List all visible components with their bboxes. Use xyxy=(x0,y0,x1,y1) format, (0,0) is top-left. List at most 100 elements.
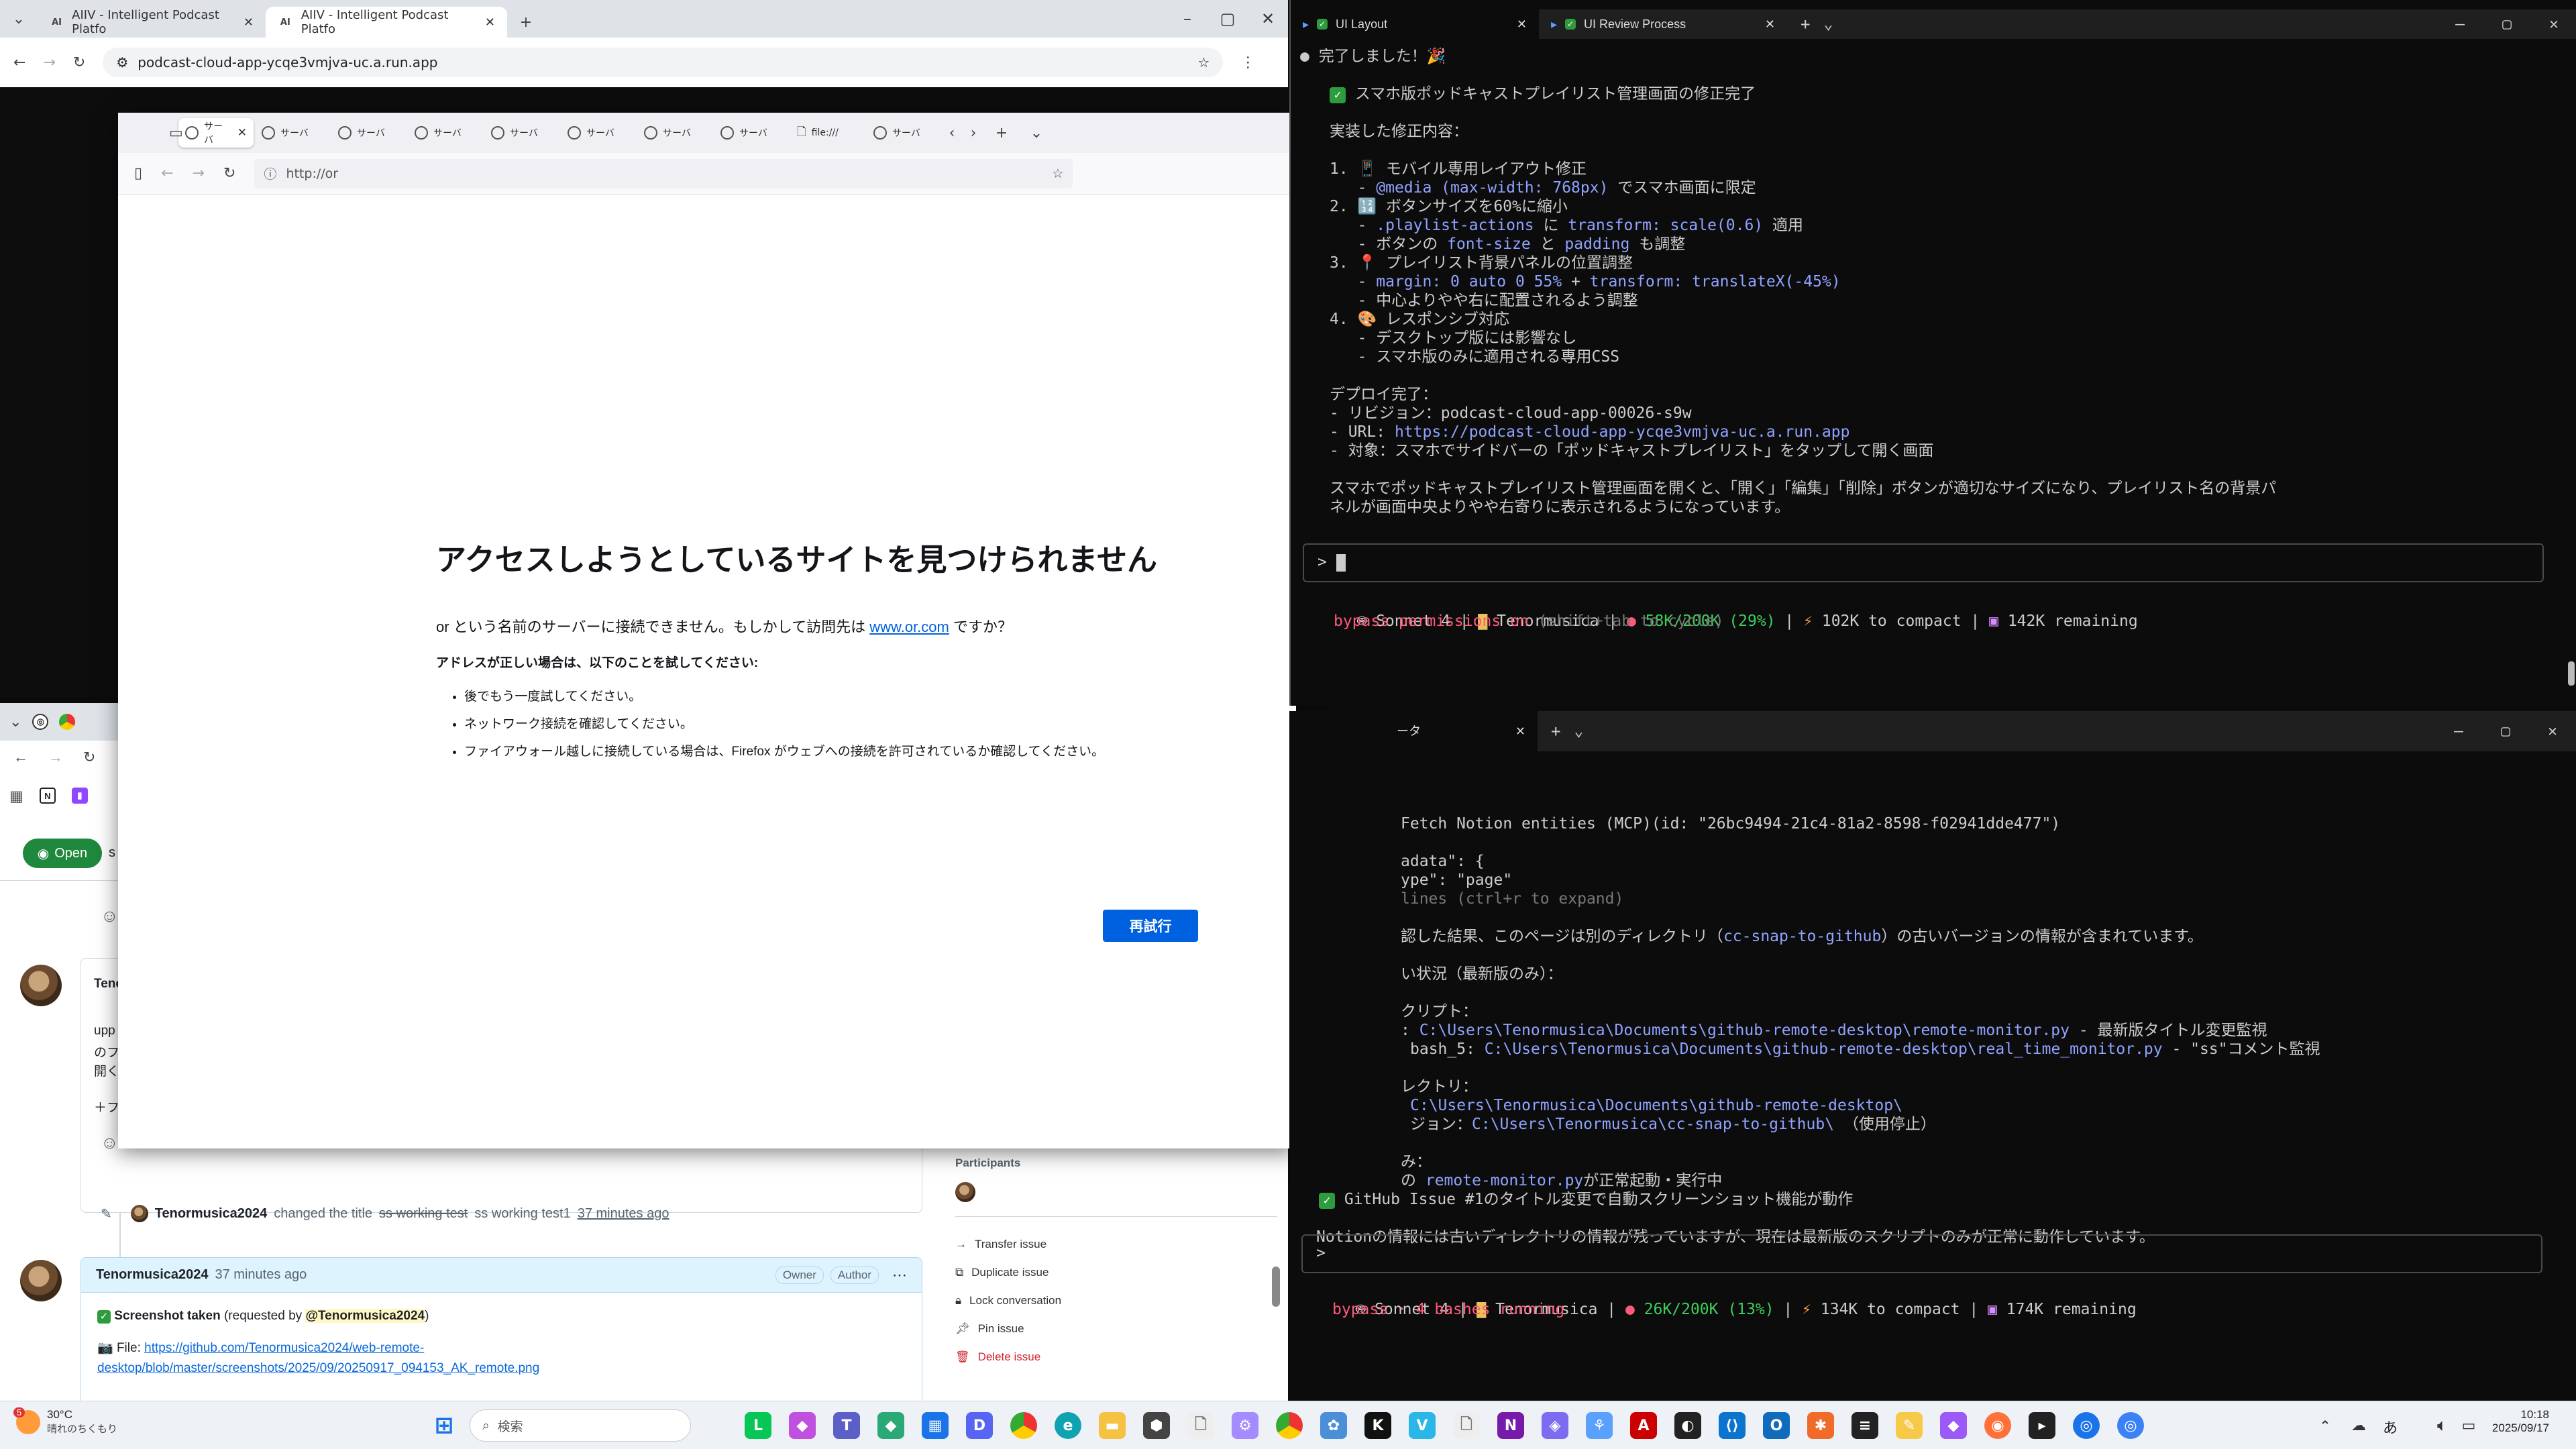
terminal-icon[interactable]: ▸ xyxy=(2029,1412,2055,1439)
copilot-icon[interactable]: ◆ xyxy=(789,1412,816,1439)
apps-grid-icon[interactable]: ▦ xyxy=(9,788,23,805)
close-icon[interactable]: ✕ xyxy=(485,15,495,30)
url-link[interactable]: https://podcast-cloud-app-ycqe3vmjva-uc.… xyxy=(1395,423,1850,441)
pin-issue-link[interactable]: 📌︎ Pin issue xyxy=(955,1315,1277,1343)
sidebar-icon[interactable]: ▯ xyxy=(134,165,142,182)
close-icon[interactable]: ✕ xyxy=(1517,15,1527,34)
terminal-tab-ui-review[interactable]: ▸ ✓ UI Review Process ✕ xyxy=(1539,9,1787,39)
more-tabs-left-icon[interactable]: ‹ xyxy=(942,125,962,142)
minimize-icon[interactable]: – xyxy=(2436,15,2483,34)
close-window-icon[interactable]: ✕ xyxy=(2530,15,2576,34)
reload-icon[interactable]: ↻ xyxy=(223,165,235,182)
tab-search-icon[interactable]: ⌄ xyxy=(0,0,38,38)
new-tab-icon[interactable]: + xyxy=(985,125,1018,142)
ff-tab[interactable]: サーバ xyxy=(408,118,483,148)
ff-tab-file[interactable]: 🗋 file:/// xyxy=(790,118,865,148)
firefox-view-icon[interactable]: ▭ xyxy=(169,125,183,142)
ff-tab[interactable]: サーバ xyxy=(867,118,941,148)
forward-icon[interactable]: → xyxy=(43,54,55,71)
close-icon[interactable]: ✕ xyxy=(1765,15,1775,34)
avatar[interactable] xyxy=(130,1205,148,1222)
back-icon[interactable]: ← xyxy=(13,749,28,766)
event-time[interactable]: 37 minutes ago xyxy=(578,1206,669,1222)
gh-scrollbar[interactable] xyxy=(1272,1267,1280,1307)
tab-search-icon[interactable]: ⌄ xyxy=(9,713,21,731)
battery-icon[interactable]: ▭ xyxy=(2455,1412,2482,1439)
ff-urlbar[interactable]: ⓘ http://or ☆ xyxy=(254,158,1073,189)
start-icon[interactable]: ⊞ xyxy=(431,1412,458,1439)
menu-icon[interactable]: ⋮ xyxy=(1240,54,1255,71)
lock-conversation-link[interactable]: 🔒︎ Lock conversation xyxy=(955,1287,1277,1315)
transfer-issue-link[interactable]: → Transfer issue xyxy=(955,1230,1277,1258)
app-icon[interactable]: ⚙ xyxy=(1232,1412,1258,1439)
file-link-cont[interactable]: desktop/blob/master/screenshots/2025/09/… xyxy=(97,1361,539,1375)
smiley-icon[interactable]: ☺ xyxy=(101,906,119,926)
mention-link[interactable]: @Tenormusica2024 xyxy=(305,1309,425,1323)
retry-button[interactable]: 再試行 xyxy=(1103,910,1198,942)
comment-time[interactable]: 37 minutes ago xyxy=(215,1267,307,1283)
app-icon[interactable]: ✿ xyxy=(1320,1412,1347,1439)
site-info-icon[interactable]: ⚙ xyxy=(116,54,128,70)
ime-indicator[interactable]: あ xyxy=(2383,1416,2398,1438)
close-window-icon[interactable]: ✕ xyxy=(1248,0,1288,38)
onenote-icon[interactable]: N xyxy=(1497,1412,1524,1439)
bookmark-star-icon[interactable]: ☆ xyxy=(1052,166,1063,181)
twitch-icon[interactable]: ▮ xyxy=(71,788,88,804)
ff-tab[interactable]: サーバ xyxy=(561,118,636,148)
dropdown-icon[interactable]: ⌄ xyxy=(1823,15,1833,34)
app-icon[interactable]: ⚘ xyxy=(1586,1412,1613,1439)
edge-icon[interactable]: e xyxy=(1055,1412,1081,1439)
ff-tab[interactable]: サーバ xyxy=(255,118,330,148)
terminal-scrollbar[interactable] xyxy=(2568,661,2575,686)
capcut-icon[interactable]: K xyxy=(1364,1412,1391,1439)
taskbar-search[interactable]: ⌕ 検索 xyxy=(470,1409,691,1442)
ff-tab[interactable]: サーバ xyxy=(484,118,559,148)
new-tab-icon[interactable]: + xyxy=(1801,15,1810,34)
ff-tab-active[interactable]: サーバ ✕ xyxy=(178,118,254,148)
discord-icon[interactable]: D xyxy=(966,1412,993,1439)
avatar[interactable] xyxy=(20,965,62,1006)
address-bar[interactable]: ⚙ podcast-cloud-app-ycqe3vmjva-uc.a.run.a… xyxy=(103,48,1224,77)
terminal-tab-ui-layout[interactable]: ▸ ✓ UI Layout ✕ xyxy=(1291,9,1539,39)
chrome-tab-2[interactable]: AI AIIV - Intelligent Podcast Platfo ✕ xyxy=(266,7,507,38)
info-icon[interactable]: ⓘ xyxy=(264,164,276,182)
close-icon[interactable]: ✕ xyxy=(244,15,254,30)
weather-widget[interactable]: 5 30°C 晴れのちくもり xyxy=(13,1407,117,1436)
smiley-icon[interactable]: ☺ xyxy=(101,1132,119,1153)
ff-tab[interactable]: サーバ xyxy=(637,118,712,148)
notes-icon[interactable]: ✎ xyxy=(1896,1412,1923,1439)
app-icon[interactable]: ◎ xyxy=(2117,1412,2144,1439)
bookmark-star-icon[interactable]: ☆ xyxy=(1197,54,1210,70)
file-icon[interactable]: 🗋 xyxy=(1453,1412,1480,1439)
back-icon[interactable]: ← xyxy=(161,165,173,182)
delete-issue-link[interactable]: 🗑︎ Delete issue xyxy=(955,1343,1277,1371)
kebab-icon[interactable]: ⋯ xyxy=(892,1267,907,1284)
new-tab-icon[interactable]: + xyxy=(1551,722,1560,741)
github-favicon[interactable]: ◎ xyxy=(32,714,49,730)
forward-icon[interactable]: → xyxy=(193,165,205,182)
maximize-icon[interactable]: ▢ xyxy=(2483,15,2530,34)
ff-tab[interactable]: サーバ xyxy=(714,118,789,148)
participant-avatar[interactable] xyxy=(955,1182,975,1202)
prompt-input-2[interactable]: > xyxy=(1301,1234,2542,1273)
chrome-icon[interactable] xyxy=(1276,1412,1303,1439)
firefox-icon[interactable]: ◉ xyxy=(1984,1412,2011,1439)
app-icon[interactable]: ◆ xyxy=(1940,1412,1967,1439)
chrome-tab-1[interactable]: AI AIIV - Intelligent Podcast Platfo ✕ xyxy=(38,7,266,38)
chrome-favicon[interactable] xyxy=(59,714,76,730)
suggested-link[interactable]: www.or.com xyxy=(869,619,949,635)
tray-chevron-icon[interactable]: ⌃ xyxy=(2312,1412,2339,1439)
reload-icon[interactable]: ↻ xyxy=(83,749,95,766)
chrome-icon[interactable] xyxy=(1010,1412,1037,1439)
close-icon[interactable]: ✕ xyxy=(237,126,247,140)
ff-tab[interactable]: サーバ xyxy=(331,118,407,148)
teams-icon[interactable]: T xyxy=(833,1412,860,1439)
minimize-icon[interactable]: – xyxy=(1167,0,1208,38)
notion-icon[interactable]: N xyxy=(39,788,56,804)
app-icon[interactable]: ≡ xyxy=(1851,1412,1878,1439)
file-link[interactable]: https://github.com/Tenormusica2024/web-r… xyxy=(144,1341,424,1355)
clock[interactable]: 10:18 2025/09/17 xyxy=(2482,1408,2549,1435)
prompt-input-1[interactable]: > xyxy=(1303,543,2544,582)
vscode-icon[interactable]: ⟨⟩ xyxy=(1719,1412,1746,1439)
event-user[interactable]: Tenormusica2024 xyxy=(155,1206,268,1222)
